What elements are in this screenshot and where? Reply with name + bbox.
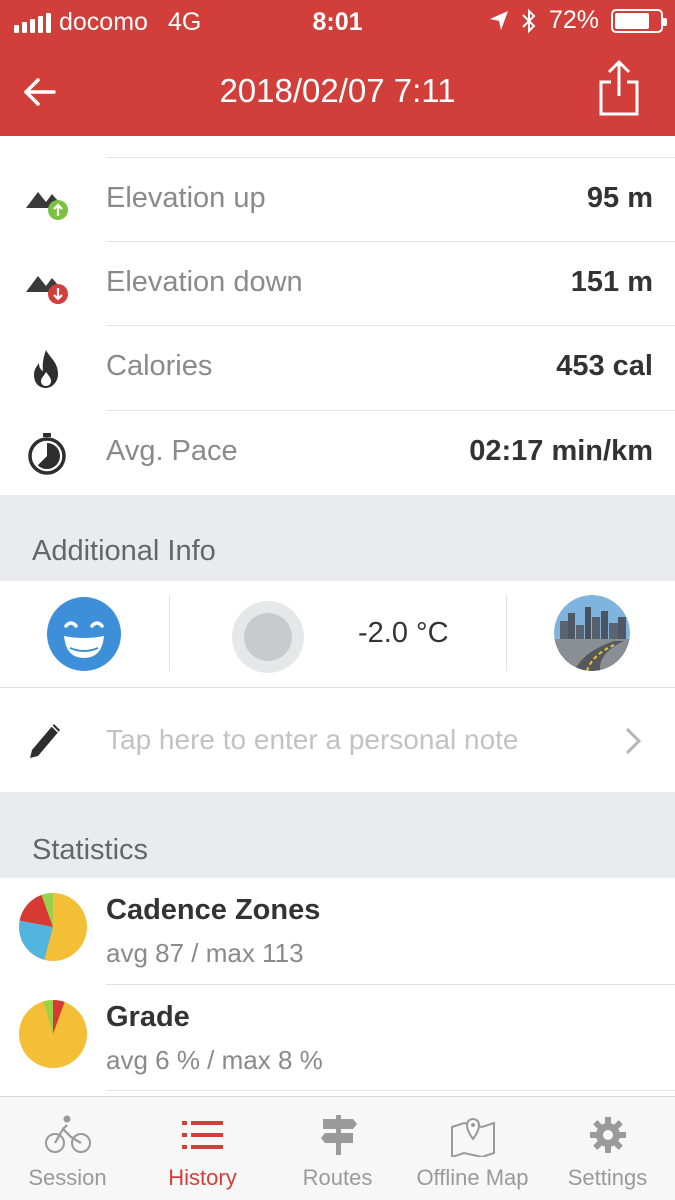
tab-settings[interactable]: Settings: [540, 1097, 675, 1200]
grade-pie-icon: [19, 999, 87, 1068]
temperature-value: -2.0 °C: [358, 617, 449, 649]
status-right: 72%: [489, 6, 667, 35]
metric-label: Elevation up: [106, 182, 266, 214]
metric-row-avg-pace: Avg. Pace 02:17 min/km: [0, 411, 675, 495]
tab-label: History: [168, 1165, 237, 1190]
signpost-icon: [321, 1115, 357, 1155]
location-arrow-icon: [489, 10, 508, 30]
cadence-pie-icon: [19, 892, 87, 961]
elevation-up-icon: [26, 192, 68, 220]
map-icon: [451, 1118, 495, 1157]
divider: [106, 1090, 675, 1091]
stopwatch-icon: [28, 433, 66, 475]
tab-label: Session: [28, 1165, 107, 1190]
divider: [506, 595, 507, 671]
tab-bar: Session History Routes Offline Map Setti…: [0, 1096, 675, 1200]
battery-percent: 72%: [548, 6, 599, 34]
section-title: Statistics: [32, 834, 149, 866]
section-title: Additional Info: [32, 535, 216, 567]
tab-routes[interactable]: Routes: [270, 1097, 405, 1200]
metric-label: Elevation down: [106, 266, 303, 298]
chevron-right-icon: [625, 727, 642, 755]
battery-icon: [611, 8, 667, 33]
bike-icon: [45, 1115, 91, 1153]
tab-session[interactable]: Session: [0, 1097, 135, 1200]
stat-subtitle: avg 6 % / max 8 %: [106, 1045, 323, 1075]
share-icon[interactable]: [597, 58, 641, 118]
tab-offline-map[interactable]: Offline Map: [405, 1097, 540, 1200]
divider: [169, 595, 170, 671]
section-header-additional-info: Additional Info: [0, 495, 675, 581]
metric-label: Calories: [106, 350, 213, 382]
stat-title: Cadence Zones: [106, 894, 321, 926]
metric-value: 151 m: [570, 266, 653, 298]
road-type-icon[interactable]: [554, 595, 630, 671]
tab-label: Settings: [567, 1165, 648, 1190]
metric-label: Avg. Pace: [106, 435, 238, 467]
gear-icon: [590, 1117, 626, 1153]
stat-subtitle: avg 87 / max 113: [106, 938, 304, 968]
metric-row-calories: Calories 453 cal: [0, 326, 675, 410]
note-placeholder: Tap here to enter a personal note: [106, 724, 519, 755]
bluetooth-icon: [522, 8, 536, 33]
section-header-statistics: Statistics: [0, 792, 675, 878]
nav-bar: 2018/02/07 7:11: [0, 46, 675, 136]
elevation-down-icon: [26, 276, 68, 304]
metric-value: 02:17 min/km: [469, 435, 653, 467]
personal-note-row[interactable]: Tap here to enter a personal note: [0, 688, 675, 792]
flame-icon: [34, 350, 58, 388]
metric-row-elevation-up: Elevation up 95 m: [0, 158, 675, 242]
tab-label: Offline Map: [416, 1165, 529, 1190]
stat-title: Grade: [106, 1001, 190, 1033]
metric-value: 453 cal: [556, 350, 653, 382]
weather-icon[interactable]: [232, 601, 304, 673]
metric-value: 95 m: [586, 182, 653, 214]
list-icon: [182, 1121, 223, 1149]
mood-smiley-icon[interactable]: [46, 596, 122, 672]
metric-row-elevation-down: Elevation down 151 m: [0, 242, 675, 326]
status-bar: docomo 4G 8:01 72%: [0, 0, 675, 46]
page-title: 2018/02/07 7:11: [219, 72, 456, 109]
pencil-icon: [30, 724, 60, 758]
tab-history[interactable]: History: [135, 1097, 270, 1200]
stat-row-grade[interactable]: Grade avg 6 % / max 8 %: [0, 985, 675, 1091]
stat-row-cadence-zones[interactable]: Cadence Zones avg 87 / max 113: [0, 878, 675, 984]
tab-label: Routes: [302, 1165, 373, 1190]
